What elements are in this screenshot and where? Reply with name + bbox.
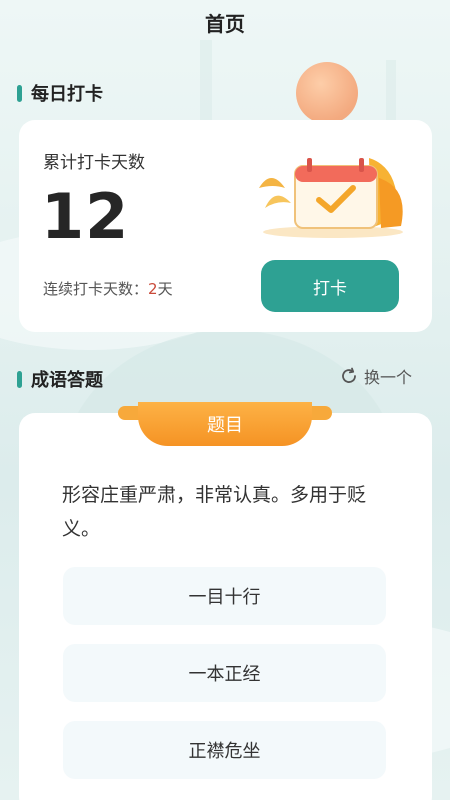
quiz-section-title: 成语答题 xyxy=(31,370,103,391)
total-days-label: 累计打卡天数 xyxy=(43,153,145,173)
checkin-section-title: 每日打卡 xyxy=(31,84,103,105)
section-accent-bar xyxy=(17,370,22,388)
answer-option[interactable]: 正襟危坐 xyxy=(63,721,386,779)
checkin-section-header: 每日打卡 xyxy=(17,80,103,106)
streak-info: 连续打卡天数：2天 xyxy=(43,278,173,299)
switch-question-button[interactable]: 换一个 xyxy=(340,364,412,388)
question-ribbon: 题目 xyxy=(118,402,332,446)
question-text: 形容庄重严肃，非常认真。多用于贬义。 xyxy=(62,484,367,540)
question-ribbon-label: 题目 xyxy=(138,402,312,446)
section-accent-bar xyxy=(17,84,22,102)
streak-value: 2 xyxy=(148,280,158,298)
checkin-button[interactable]: 打卡 xyxy=(261,260,399,312)
answer-option[interactable]: 一本正经 xyxy=(63,644,386,702)
switch-question-label: 换一个 xyxy=(363,368,412,387)
calendar-illustration xyxy=(259,158,403,238)
quiz-section-header: 成语答题 xyxy=(17,366,103,392)
streak-label: 连续打卡天数： xyxy=(43,280,149,298)
checkin-card: 累计打卡天数 12 连续打卡天数：2天 打卡 xyxy=(19,120,432,332)
sun-decoration xyxy=(296,62,358,124)
page-title: 首页 xyxy=(205,12,245,36)
refresh-icon xyxy=(342,367,356,383)
streak-unit: 天 xyxy=(157,280,173,298)
total-days-value: 12 xyxy=(41,180,130,253)
answer-option[interactable]: 一目十行 xyxy=(63,567,386,625)
